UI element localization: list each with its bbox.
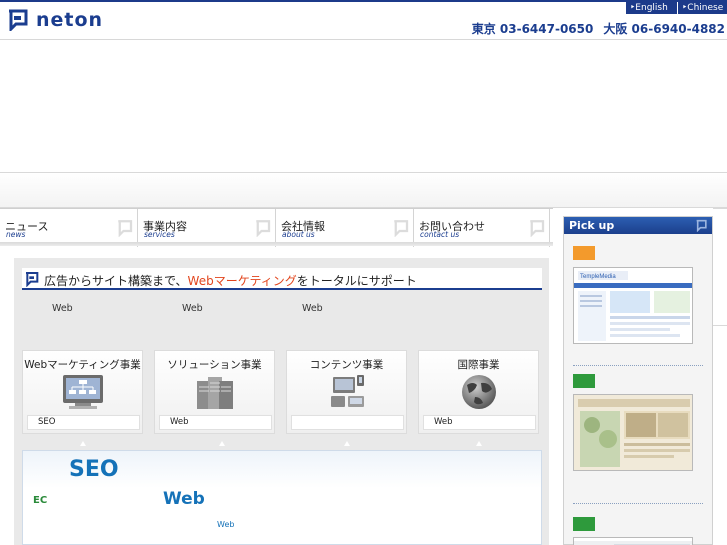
main-nav: ニュース news 事業内容 services 会社情報 about us お問… [0,208,553,247]
arrow-up-icon [80,441,86,446]
feature-panel: SEO EC Web Web [22,450,542,545]
devices-icon [331,375,364,407]
page: neton ‣English ‣Chinese 東京 03-6447-0650 大… [0,0,727,545]
feature-web: Web [163,489,205,509]
feature-ec: EC [33,495,48,506]
tagline: Web [302,303,323,314]
pickup-thumbnail[interactable] [573,394,693,471]
pickup-thumbnail[interactable]: TempleMedia [573,267,693,344]
feature-web-small: Web [217,520,235,529]
phone-tokyo: 東京 03-6447-0650 [471,22,594,36]
phone-numbers: 東京 03-6447-0650 大阪 06-6940-4882 [472,20,725,37]
headline-accent: Webマーケティング [187,274,297,288]
divider [573,503,703,504]
pickup-thumbnail[interactable] [573,537,693,545]
logo-mark-icon [394,220,409,237]
website-screenshot-icon: TempleMedia [574,268,692,343]
feature-seo: SEO [69,457,119,482]
right-edge-panel [713,208,727,326]
card-label: Web [423,415,536,430]
card-title: コンテンツ事業 [309,359,384,371]
arrow-up-icon [219,441,225,446]
arrow-up-icon [476,441,482,446]
card-title: Webマーケティング事業 [24,359,141,371]
svg-text:TempleMedia: TempleMedia [580,274,616,280]
headline-suffix: をトータルにサポート [296,274,417,288]
pickup-sidebar: Pick up TempleMedia [563,216,713,545]
pickup-tag [573,374,595,388]
tagline: Web [182,303,203,314]
monitor-sitemap-icon [63,375,103,409]
pickup-title: Pick up [569,219,615,232]
site-logo[interactable]: neton [6,9,103,31]
nav-shadow [0,242,553,246]
logo-text: neton [36,9,104,31]
main-content: 広告からサイト構築まで、Webマーケティングをトータルにサポート Web Web… [14,258,549,545]
pickup-tag [573,517,595,531]
service-card-solution[interactable]: ソリューション事業 Web [154,350,275,434]
english-link[interactable]: ‣English [626,2,677,14]
page-headline: 広告からサイト構築まで、Webマーケティングをトータルにサポート [44,272,417,289]
card-title: ソリューション事業 [167,359,262,371]
banner-bar [0,172,727,208]
headline-prefix: 広告からサイト構築まで、 [44,274,188,288]
headline-bar: 広告からサイト構築まで、Webマーケティングをトータルにサポート [22,268,542,290]
globe-icon [462,375,496,409]
card-title: 国際事業 [457,359,500,371]
arrow-up-icon [344,441,350,446]
chinese-link[interactable]: ‣Chinese [678,2,727,14]
server-icon [197,377,233,409]
logo-mark-icon [9,9,28,31]
logo-mark-icon [696,219,707,232]
pickup-tag [573,246,595,260]
site-header: neton ‣English ‣Chinese 東京 03-6447-0650 大… [0,2,727,40]
pickup-header: Pick up [564,217,712,234]
card-label: SEO [27,415,140,430]
logo-mark-icon [118,220,133,237]
card-label [291,415,404,430]
service-card-web-marketing[interactable]: Webマーケティング事業 SEO [22,350,143,434]
divider [573,365,703,366]
nav-item-sublabel: news [6,230,26,239]
logo-mark-icon [530,220,545,237]
service-card-contents[interactable]: コンテンツ事業 [286,350,407,434]
logo-mark-icon [26,272,39,287]
nav-item-sublabel: about us [282,230,315,239]
nav-item-sublabel: contact us [420,230,460,239]
website-screenshot-icon [574,541,692,545]
logo-mark-icon [256,220,271,237]
service-card-international[interactable]: 国際事業 Web [418,350,539,434]
nav-item-sublabel: services [144,230,175,239]
tagline: Web [52,303,73,314]
website-screenshot-icon [574,395,692,470]
phone-osaka: 大阪 06-6940-4882 [603,22,725,36]
card-label: Web [159,415,272,430]
